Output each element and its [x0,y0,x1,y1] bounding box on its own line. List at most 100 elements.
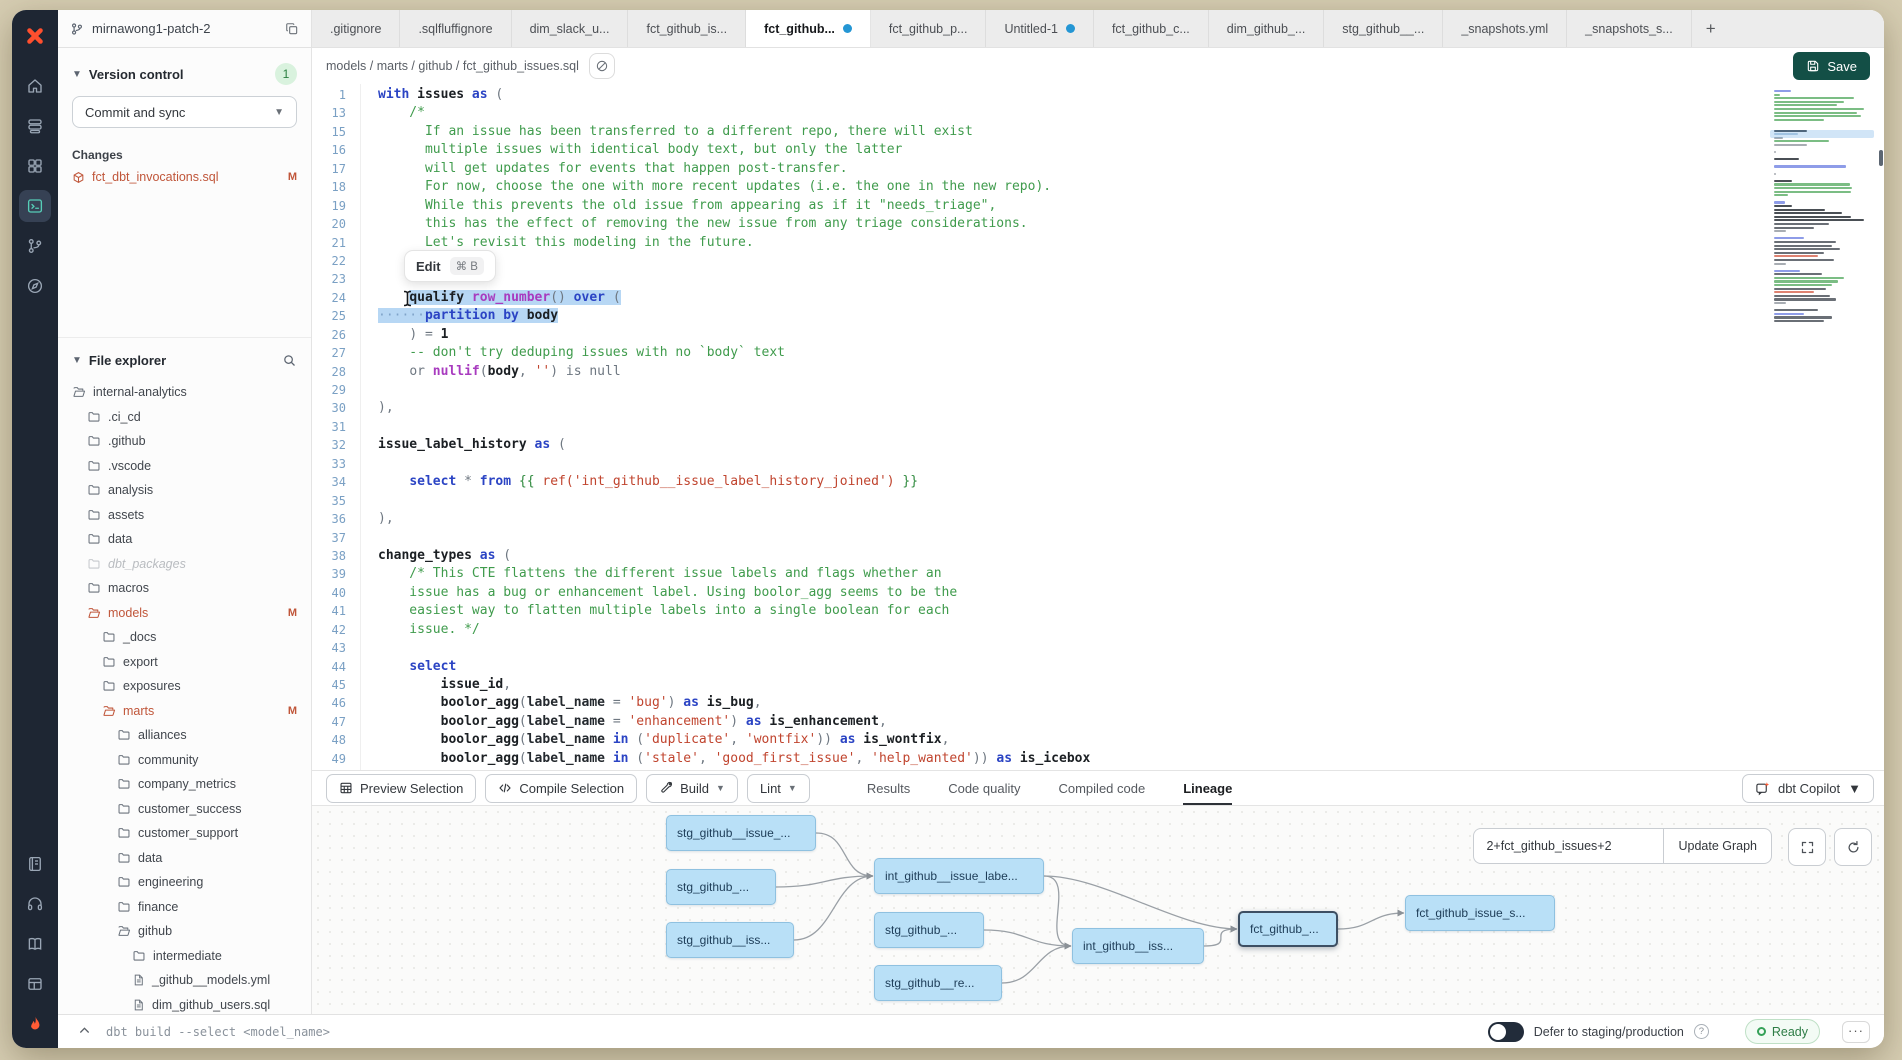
tree-item-macros[interactable]: macros [58,576,311,601]
tree-item-export[interactable]: export [58,650,311,675]
tree-item-.github[interactable]: .github [58,429,311,454]
search-icon[interactable] [282,353,297,368]
lineage-node-fct_github_issue_s[interactable]: fct_github_issue_s... [1405,895,1555,931]
code-line[interactable]: 25······partition by body [312,307,1764,325]
code-line[interactable]: 39 /* This CTE flattens the different is… [312,565,1764,583]
code-line[interactable]: 43 [312,639,1764,657]
code-line[interactable]: 31 [312,418,1764,436]
tree-item-analysis[interactable]: analysis [58,478,311,503]
tree-item-dim_github_users.sql[interactable]: dim_github_users.sql [58,993,311,1015]
branch-selector[interactable]: mirnawong1-patch-2 [58,10,312,47]
code-line[interactable]: 13 /* [312,104,1764,122]
code-line[interactable]: 27 -- don't try deduping issues with no … [312,344,1764,362]
tree-item-models[interactable]: modelsM [58,601,311,626]
help-icon[interactable]: ? [1694,1024,1709,1039]
code-line[interactable]: 30), [312,399,1764,417]
lineage-node-int_github__issue_labe[interactable]: int_github__issue_labe... [874,858,1044,894]
tab-_snapshots_s[interactable]: _snapshots_s... [1567,10,1692,47]
code-line[interactable]: 38change_types as ( [312,547,1764,565]
tab-compiled-code[interactable]: Compiled code [1058,771,1145,805]
tree-item-customer_support[interactable]: customer_support [58,821,311,846]
preview-selection-button[interactable]: Preview Selection [326,774,476,803]
code-line[interactable]: 34 select * from {{ ref('int_github__iss… [312,473,1764,491]
tab-fct_github_c[interactable]: fct_github_c... [1094,10,1209,47]
save-button[interactable]: Save [1793,52,1870,80]
lineage-selector-input[interactable] [1473,828,1663,864]
code-line[interactable]: 45 issue_id, [312,676,1764,694]
tab-results[interactable]: Results [867,771,910,805]
dbt-copilot-button[interactable]: dbt Copilot ▼ [1742,774,1874,803]
commit-and-sync-button[interactable]: Commit and sync ▼ [72,96,297,128]
lint-button[interactable]: Lint ▼ [747,774,810,803]
edit-popup[interactable]: Edit ⌘ B [404,250,496,282]
code-line[interactable]: 35 [312,492,1764,510]
tab-untitled-1[interactable]: Untitled-1 [986,10,1094,47]
flame-icon[interactable] [19,1008,51,1040]
code-line[interactable]: 37 [312,529,1764,547]
explore-icon[interactable] [19,270,51,302]
tab-stg_github__[interactable]: stg_github__... [1324,10,1443,47]
lineage-node-stg_github_[interactable]: stg_github_... [874,912,984,948]
code-line[interactable]: 47 boolor_agg(label_name = 'enhancement'… [312,713,1764,731]
editor-scrollbar-thumb[interactable] [1879,150,1883,166]
code-line[interactable]: 48 boolor_agg(label_name in ('duplicate'… [312,731,1764,749]
new-tab-button[interactable]: + [1692,10,1730,47]
copy-path-icon[interactable] [589,53,615,79]
tree-item-_github__models.yml[interactable]: _github__models.yml [58,968,311,993]
tree-item-internal-analytics[interactable]: internal-analytics [58,380,311,405]
lineage-node-stg_github__issue_[interactable]: stg_github__issue_... [666,815,816,851]
tree-item-marts[interactable]: martsM [58,699,311,724]
refresh-button[interactable] [1834,828,1872,866]
update-graph-button[interactable]: Update Graph [1663,828,1772,864]
docs-icon[interactable] [19,928,51,960]
tab-_snapshotsyml[interactable]: _snapshots.yml [1443,10,1567,47]
code-line[interactable]: 36), [312,510,1764,528]
edit-popup-label[interactable]: Edit [416,259,441,274]
tree-item-community[interactable]: community [58,748,311,773]
code-line[interactable]: 40 issue has a bug or enhancement label.… [312,584,1764,602]
tree-item-github[interactable]: github [58,919,311,944]
code-line[interactable]: 46 boolor_agg(label_name = 'bug') as is_… [312,694,1764,712]
code-line[interactable]: 24 qualify row_number() over ( [312,289,1764,307]
code-line[interactable]: 21 Let's revisit this modeling in the fu… [312,234,1764,252]
develop-icon[interactable] [19,190,51,222]
chevron-down-icon[interactable]: ▼ [72,69,82,80]
code-line[interactable]: 49 boolor_agg(label_name in ('stale', 'g… [312,750,1764,768]
copy-icon[interactable] [285,22,299,36]
tree-item-finance[interactable]: finance [58,895,311,920]
table-icon[interactable] [19,968,51,1000]
status-ready-badge[interactable]: Ready [1745,1019,1820,1044]
tree-item-intermediate[interactable]: intermediate [58,944,311,969]
tree-item-customer_success[interactable]: customer_success [58,797,311,822]
build-button[interactable]: Build ▼ [646,774,738,803]
changed-file-row[interactable]: fct_dbt_invocations.sql M [72,170,297,184]
code-line[interactable]: 22 [312,252,1764,270]
code-line[interactable]: 33 [312,455,1764,473]
tree-item-data[interactable]: data [58,527,311,552]
apps-icon[interactable] [19,150,51,182]
code-line[interactable]: 28 or nullif(body, '') is null [312,363,1764,381]
tab-fct_github_p[interactable]: fct_github_p... [871,10,987,47]
code-line[interactable]: 16 multiple issues with identical body t… [312,141,1764,159]
tree-item-dbt_packages[interactable]: dbt_packages [58,552,311,577]
tree-item-_docs[interactable]: _docs [58,625,311,650]
lineage-node-stg_github__iss[interactable]: stg_github__iss... [666,922,794,958]
code-line[interactable]: 18 For now, choose the one with more rec… [312,178,1764,196]
code-line[interactable]: 26 ) = 1 [312,326,1764,344]
command-input[interactable]: dbt build --select <model_name> [106,1025,330,1039]
code-line[interactable]: 1with issues as ( [312,86,1764,104]
tree-item-alliances[interactable]: alliances [58,723,311,748]
tree-item-exposures[interactable]: exposures [58,674,311,699]
tree-item-company_metrics[interactable]: company_metrics [58,772,311,797]
code-line[interactable]: 42 issue. */ [312,621,1764,639]
code-editor[interactable]: 1with issues as (13 /*15 If an issue has… [312,84,1884,770]
code-line[interactable]: 17 will get updates for events that happ… [312,160,1764,178]
tab-code-quality[interactable]: Code quality [948,771,1020,805]
git-branch-icon[interactable] [19,230,51,262]
code-line[interactable]: 32issue_label_history as ( [312,436,1764,454]
code-line[interactable]: 44 select [312,658,1764,676]
editor-minimap[interactable] [1774,90,1870,324]
notebook-icon[interactable] [19,848,51,880]
tab-sqlfluffignore[interactable]: .sqlfluffignore [400,10,511,47]
code-line[interactable]: 23 [312,270,1764,288]
